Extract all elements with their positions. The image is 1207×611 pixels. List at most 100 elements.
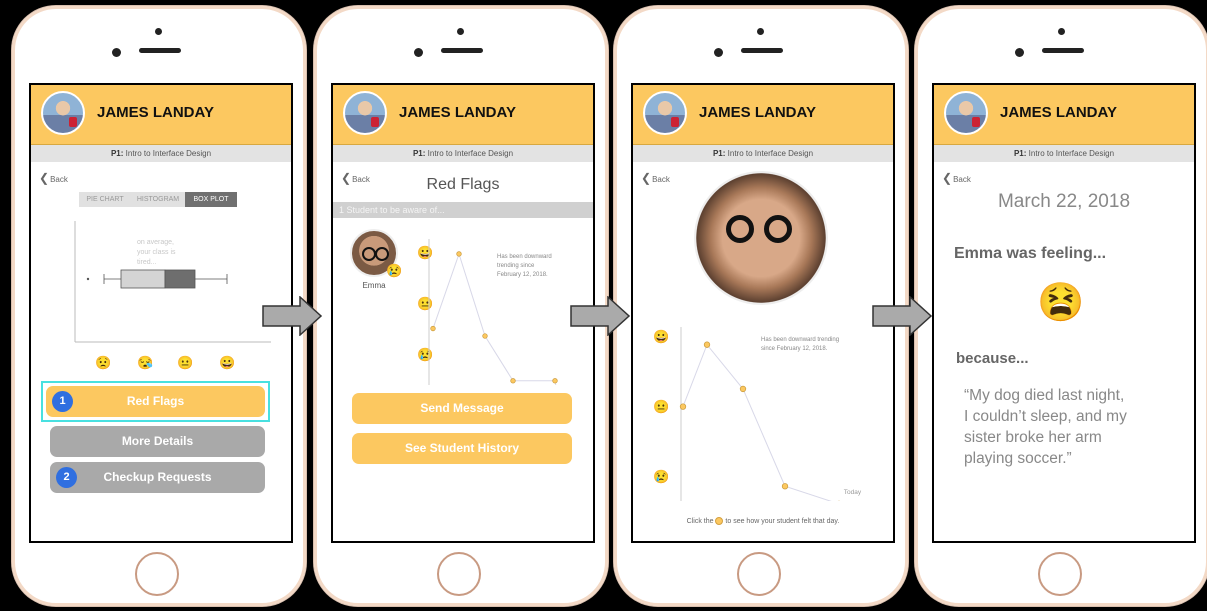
avatar[interactable] xyxy=(41,91,85,135)
back-button[interactable]: ❮Back xyxy=(39,171,68,185)
back-label: Back xyxy=(50,175,68,184)
note-line: Has been downward trending xyxy=(761,337,840,343)
flow-arrow-icon xyxy=(872,296,932,336)
data-point[interactable] xyxy=(703,341,711,348)
phone-frame-4: JAMES LANDAY P1: Intro to Interface Desi… xyxy=(915,6,1207,606)
avatar[interactable] xyxy=(643,91,687,135)
data-point[interactable] xyxy=(456,251,462,257)
red-flags-button[interactable]: 1 Red Flags xyxy=(46,386,265,417)
back-button[interactable]: ❮Back xyxy=(942,171,971,185)
phone-frame-2: JAMES LANDAY P1: Intro to Interface Desi… xyxy=(314,6,608,606)
screen-student-history: JAMES LANDAY P1: Intro to Interface Desi… xyxy=(631,83,895,543)
plot-caption: on average, your class is tired... xyxy=(137,238,176,268)
home-button[interactable] xyxy=(135,552,179,596)
red-flags-count-badge: 1 xyxy=(52,391,73,412)
home-button[interactable] xyxy=(1038,552,1082,596)
caption-line: on average, xyxy=(137,239,174,246)
trend-line xyxy=(682,343,832,501)
box-plot xyxy=(74,221,271,343)
note-line: February 12, 2018. xyxy=(497,272,548,278)
quote-line: “My dog died last night, xyxy=(964,387,1125,404)
student-name: Emma xyxy=(362,281,386,290)
course-name: Intro to Interface Design xyxy=(727,149,814,158)
course-bar: P1: Intro to Interface Design xyxy=(934,145,1194,162)
sad-face-icon: 😢 xyxy=(386,263,403,278)
chart-tabs: PIE CHART HISTOGRAM BOX PLOT xyxy=(79,192,237,207)
screen-overview: JAMES LANDAY P1: Intro to Interface Desi… xyxy=(29,83,293,543)
glasses-icon xyxy=(726,215,754,243)
earpiece xyxy=(139,48,181,53)
dot-icon xyxy=(715,517,724,525)
worried-face-icon: 😟 xyxy=(95,355,112,370)
front-sensor xyxy=(1015,48,1024,57)
app-header: JAMES LANDAY xyxy=(31,85,291,145)
front-sensor xyxy=(714,48,723,57)
course-name: Intro to Interface Design xyxy=(427,149,514,158)
app-header: JAMES LANDAY xyxy=(333,85,593,145)
phone-frame-3: JAMES LANDAY P1: Intro to Interface Desi… xyxy=(614,6,908,606)
more-details-button[interactable]: More Details xyxy=(50,426,265,457)
earpiece xyxy=(1042,48,1084,53)
front-camera xyxy=(1058,28,1065,35)
note-line: trending since xyxy=(497,263,535,269)
course-name: Intro to Interface Design xyxy=(1028,149,1115,158)
caption-line: tired... xyxy=(137,259,157,266)
red-flags-label: Red Flags xyxy=(126,394,185,408)
chevron-left-icon: ❮ xyxy=(39,171,50,185)
send-message-button[interactable]: Send Message xyxy=(352,393,572,424)
avatar[interactable] xyxy=(343,91,387,135)
box-lower xyxy=(120,269,166,289)
checkup-requests-button[interactable]: 2 Checkup Requests xyxy=(50,462,265,493)
trend-note: Has been downward trending since Februar… xyxy=(497,253,552,280)
back-label: Back xyxy=(953,175,971,184)
because-heading: because... xyxy=(956,350,1029,367)
glasses-icon xyxy=(764,215,792,243)
earpiece xyxy=(741,48,783,53)
alert-bar: 1 Student to be aware of... xyxy=(333,202,593,218)
data-point[interactable] xyxy=(510,378,516,384)
course-bar: P1: Intro to Interface Design xyxy=(333,145,593,162)
course-bar: P1: Intro to Interface Design xyxy=(31,145,291,162)
quote-line: sister broke her arm xyxy=(964,429,1102,446)
today-label: Today xyxy=(844,489,862,496)
tab-pie-chart[interactable]: PIE CHART xyxy=(79,192,131,207)
data-point[interactable] xyxy=(482,333,488,339)
app-header: JAMES LANDAY xyxy=(934,85,1194,145)
flow-arrow-icon xyxy=(262,296,322,336)
trend-note: Has been downward trending since Februar… xyxy=(761,336,839,354)
data-point[interactable] xyxy=(552,378,558,384)
tab-histogram[interactable]: HISTOGRAM xyxy=(131,192,185,207)
home-button[interactable] xyxy=(437,552,481,596)
front-camera xyxy=(757,28,764,35)
home-button[interactable] xyxy=(737,552,781,596)
hint-text: to see how your student felt that day. xyxy=(725,517,840,525)
glasses-icon xyxy=(375,247,389,261)
tab-box-plot[interactable]: BOX PLOT xyxy=(185,192,237,207)
data-point[interactable] xyxy=(679,403,687,410)
tired-face-icon: 😫 xyxy=(1037,282,1085,324)
teacher-name: JAMES LANDAY xyxy=(699,104,816,121)
glasses-icon xyxy=(362,247,376,261)
box-upper xyxy=(164,269,196,289)
sleepy-face-icon: 😪 xyxy=(137,355,154,370)
grinning-face-icon: 😀 xyxy=(219,355,236,370)
front-camera xyxy=(457,28,464,35)
data-point[interactable] xyxy=(430,325,436,332)
see-student-history-button[interactable]: See Student History xyxy=(352,433,572,464)
data-point[interactable] xyxy=(781,483,789,490)
course-code: P1: xyxy=(110,149,124,158)
course-code: P1: xyxy=(412,149,426,158)
app-header: JAMES LANDAY xyxy=(633,85,893,145)
screen-daily-entry: JAMES LANDAY P1: Intro to Interface Desi… xyxy=(932,83,1196,543)
quote-line: playing soccer.” xyxy=(964,450,1072,467)
checkup-count-badge: 2 xyxy=(56,467,77,488)
course-code: P1: xyxy=(712,149,726,158)
hint-text: Click the xyxy=(686,517,714,525)
note-line: since February 12, 2018. xyxy=(761,346,828,352)
checkup-requests-label: Checkup Requests xyxy=(103,470,212,484)
front-camera xyxy=(155,28,162,35)
avatar[interactable] xyxy=(944,91,988,135)
chevron-left-icon: ❮ xyxy=(942,171,953,185)
back-button[interactable]: ❮Back xyxy=(641,171,670,185)
data-point[interactable] xyxy=(739,385,747,393)
